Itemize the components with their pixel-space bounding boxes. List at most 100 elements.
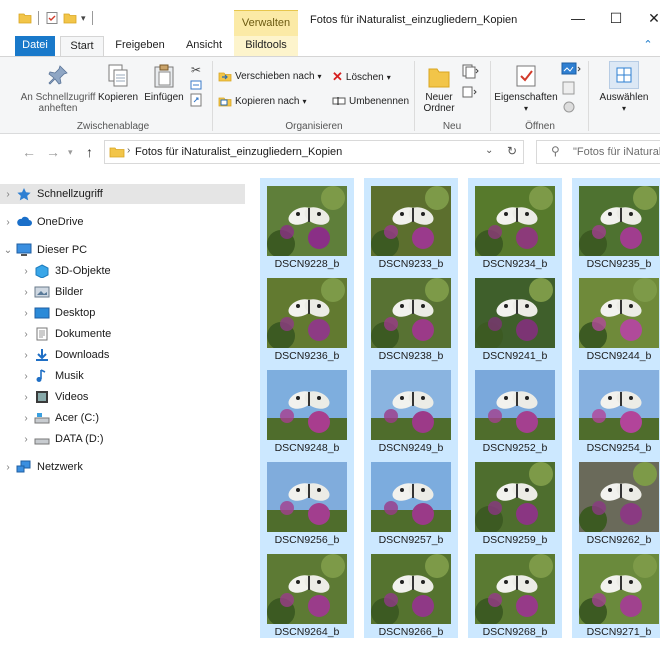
ribbon: An Schnellzugriff anheften Kopieren Einf… <box>0 56 660 134</box>
collapse-ribbon-icon[interactable]: ⌃ <box>638 36 658 56</box>
file-tile[interactable]: DSCN9252_b <box>468 362 562 454</box>
easy-access-icon[interactable] <box>460 84 480 100</box>
breadcrumb[interactable]: Fotos für iNaturalist_einzugliedern_Kopi… <box>135 146 342 158</box>
file-tile[interactable]: DSCN9264_b <box>260 546 354 638</box>
nav-item-quick-access[interactable]: › Schnellzugriff <box>0 184 245 204</box>
file-tile[interactable]: DSCN9266_b <box>364 546 458 638</box>
file-tile[interactable]: DSCN9233_b <box>364 178 458 270</box>
image-thumbnail <box>267 554 347 624</box>
file-tile[interactable]: DSCN9262_b <box>572 454 660 546</box>
minimize-button[interactable]: — <box>566 8 590 28</box>
pin-to-quick-access-button[interactable]: An Schnellzugriff anheften <box>14 63 102 114</box>
nav-item-downloads[interactable]: › Downloads <box>0 345 245 365</box>
paste-shortcut-icon[interactable] <box>189 93 203 107</box>
folder-icon <box>18 13 32 24</box>
nav-item-pictures[interactable]: › Bilder <box>0 282 245 302</box>
nav-item-documents[interactable]: › Dokumente <box>0 324 245 344</box>
file-tile[interactable]: DSCN9234_b <box>468 178 562 270</box>
maximize-button[interactable]: ☐ <box>604 8 628 28</box>
new-folder-icon[interactable] <box>63 11 77 25</box>
file-tile[interactable]: DSCN9244_b <box>572 270 660 362</box>
chevron-right-icon[interactable]: › <box>0 217 16 228</box>
nav-item-3d-objects[interactable]: › 3D-Objekte <box>0 261 245 281</box>
cut-icon[interactable]: ✂ <box>188 63 204 77</box>
history-icon[interactable] <box>560 99 582 115</box>
chevron-down-icon[interactable]: ⌄ <box>0 245 16 256</box>
file-tile[interactable]: DSCN9249_b <box>364 362 458 454</box>
chevron-right-icon[interactable]: › <box>18 308 34 319</box>
folder-icon <box>109 147 125 158</box>
file-tile[interactable]: DSCN9228_b <box>260 178 354 270</box>
file-tile[interactable]: DSCN9268_b <box>468 546 562 638</box>
file-tile[interactable]: DSCN9235_b <box>572 178 660 270</box>
up-button[interactable]: ↑ <box>86 144 93 160</box>
breadcrumb-separator-icon[interactable]: › <box>127 145 130 156</box>
image-thumbnail <box>475 278 555 348</box>
nav-item-music[interactable]: › Musik <box>0 366 245 386</box>
tab-picture-tools[interactable]: Bildtools <box>234 36 298 56</box>
chevron-down-icon: ▾ <box>621 104 626 113</box>
nav-item-desktop[interactable]: › Desktop <box>0 303 245 323</box>
chevron-right-icon[interactable]: › <box>18 413 34 424</box>
copy-to-button[interactable]: Kopieren nach ▾ <box>218 94 307 108</box>
back-button[interactable]: ← <box>22 144 36 160</box>
properties-label: Eigenschaften <box>494 92 558 103</box>
chevron-right-icon[interactable]: › <box>18 392 34 403</box>
tab-view[interactable]: Ansicht <box>180 36 228 56</box>
file-tile[interactable]: DSCN9238_b <box>364 270 458 362</box>
chevron-down-icon: ▾ <box>386 72 391 82</box>
new-item-icon[interactable] <box>460 63 480 79</box>
address-dropdown-icon[interactable]: ⌄ <box>485 145 493 156</box>
close-button[interactable]: ✕ <box>642 8 660 28</box>
select-button[interactable]: Auswählen ▾ <box>594 61 654 114</box>
file-tile[interactable]: DSCN9241_b <box>468 270 562 362</box>
file-tile[interactable]: DSCN9256_b <box>260 454 354 546</box>
file-tile[interactable]: DSCN9271_b <box>572 546 660 638</box>
chevron-right-icon[interactable]: › <box>18 287 34 298</box>
tab-share[interactable]: Freigeben <box>112 36 168 56</box>
file-tile[interactable]: DSCN9254_b <box>572 362 660 454</box>
delete-button[interactable]: ✕ Löschen ▾ <box>332 69 391 85</box>
file-tile[interactable]: DSCN9248_b <box>260 362 354 454</box>
nav-item-this-pc[interactable]: ⌄ Dieser PC <box>0 240 245 260</box>
customize-toolbar-icon[interactable]: ▾ <box>81 13 86 24</box>
chevron-right-icon[interactable]: › <box>18 434 34 445</box>
nav-item-network[interactable]: › Netzwerk <box>0 457 245 477</box>
file-name: DSCN9266_b <box>378 626 444 638</box>
nav-item-drive-d[interactable]: › DATA (D:) <box>0 429 245 449</box>
refresh-icon[interactable]: ↻ <box>507 144 517 158</box>
properties-icon[interactable] <box>45 11 59 25</box>
chevron-right-icon[interactable]: › <box>18 350 34 361</box>
nav-item-onedrive[interactable]: › OneDrive <box>0 212 245 232</box>
recent-locations-button[interactable]: ▾ <box>68 147 73 158</box>
address-input[interactable]: › Fotos für iNaturalist_einzugliedern_Ko… <box>104 140 524 164</box>
tab-start[interactable]: Start <box>60 36 104 57</box>
paste-button[interactable]: Einfügen <box>140 63 188 103</box>
chevron-right-icon[interactable]: › <box>0 462 16 473</box>
search-input[interactable]: ⚲ "Fotos für iNatural... <box>536 140 660 164</box>
nav-label: Desktop <box>55 307 96 319</box>
rename-button[interactable]: Umbenennen <box>332 94 409 108</box>
new-folder-button[interactable]: Neuer Ordner <box>418 63 460 114</box>
toolbar-divider <box>38 11 39 25</box>
properties-button[interactable]: Eigenschaften ▾ <box>494 63 558 114</box>
video-icon <box>36 391 48 403</box>
nav-item-drive-c[interactable]: › Acer (C:) <box>0 408 245 428</box>
image-thumbnail <box>579 370 659 440</box>
chevron-right-icon[interactable]: › <box>18 266 34 277</box>
tab-file[interactable]: Datei <box>15 36 55 56</box>
copy-path-icon[interactable] <box>189 79 203 91</box>
nav-item-videos[interactable]: › Videos <box>0 387 245 407</box>
chevron-right-icon[interactable]: › <box>18 329 34 340</box>
pin-icon <box>46 63 70 89</box>
file-tile[interactable]: DSCN9259_b <box>468 454 562 546</box>
open-icon[interactable] <box>560 61 582 77</box>
forward-button[interactable]: → <box>46 144 60 160</box>
file-tile[interactable]: DSCN9257_b <box>364 454 458 546</box>
chevron-right-icon[interactable]: › <box>18 371 34 382</box>
file-tile[interactable]: DSCN9236_b <box>260 270 354 362</box>
edit-icon[interactable] <box>560 80 582 96</box>
copy-button[interactable]: Kopieren <box>96 63 140 103</box>
move-to-button[interactable]: Verschieben nach ▾ <box>218 69 322 83</box>
chevron-right-icon[interactable]: › <box>0 189 16 200</box>
